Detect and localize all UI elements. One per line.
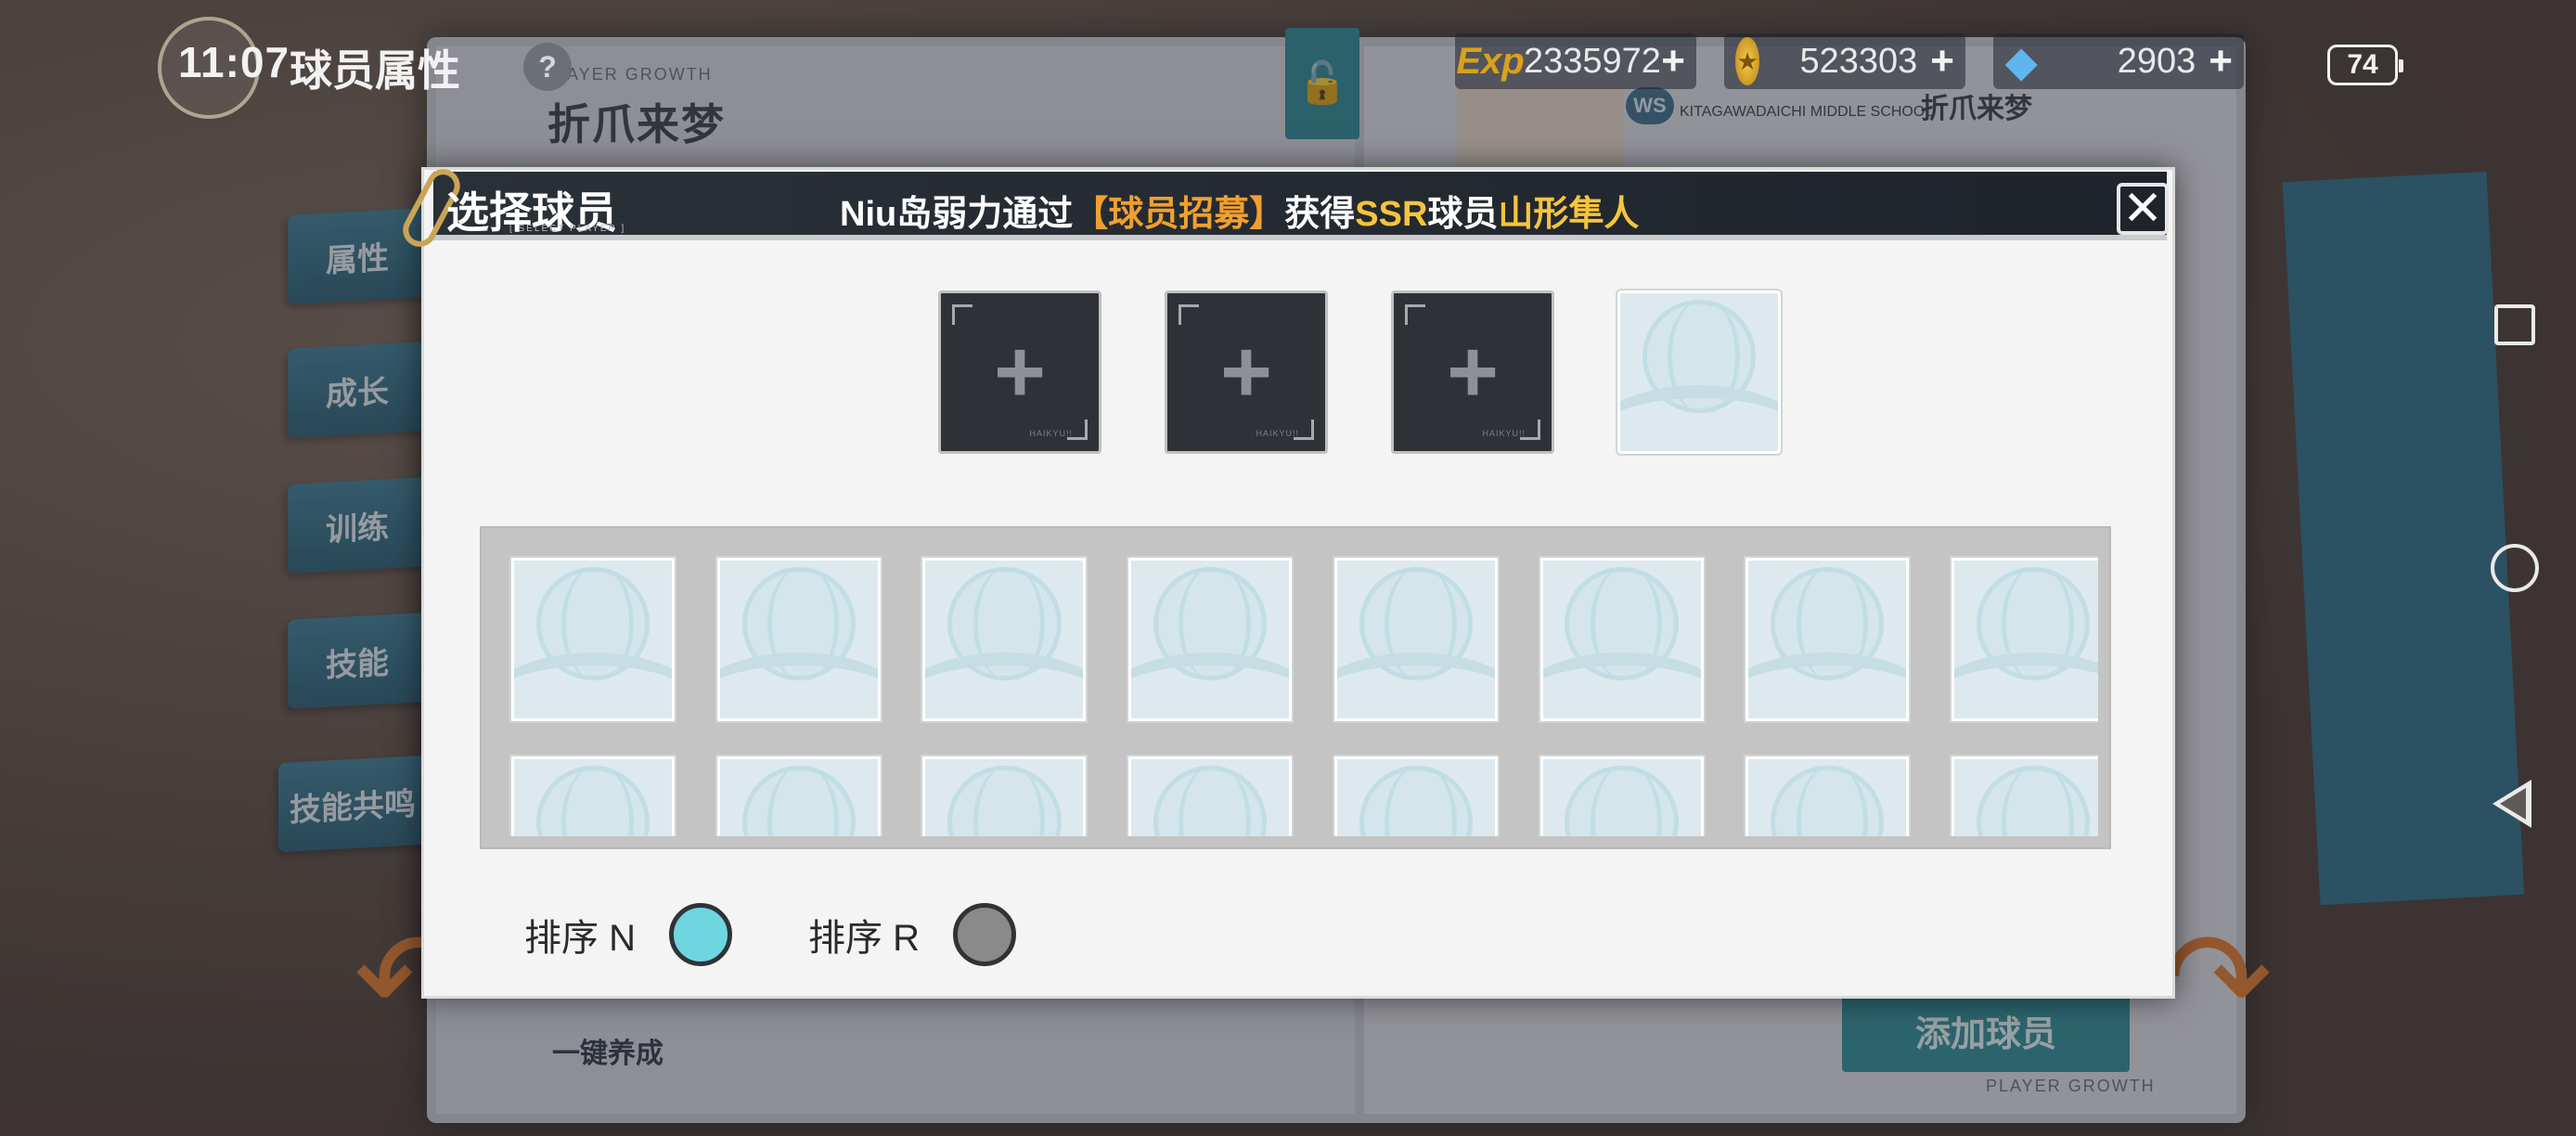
gem-currency: ◆ 2903 + [1993, 33, 2244, 89]
coin-value: 523303 [1799, 41, 1918, 81]
sort-r-label: 排序 R [808, 918, 920, 959]
recent-apps-icon[interactable] [2494, 304, 2535, 345]
gem-value: 2903 [2117, 41, 2196, 81]
volleyball-icon [1359, 765, 1474, 836]
player-card-slot[interactable] [1539, 558, 1704, 721]
player-card-slot[interactable] [511, 756, 675, 836]
player-card-slot[interactable] [1128, 558, 1293, 721]
ticker-recruit: 【球员招募】 [1073, 195, 1285, 234]
ticker-rarity: SSR [1355, 195, 1428, 234]
dialog-header: 选择球员 [ SELECT PLAYER ] Niu岛弱力通过【球员招募】获得S… [396, 162, 2169, 253]
help-icon[interactable]: ? [523, 43, 572, 91]
player-card-slot[interactable] [1539, 756, 1704, 836]
coin-add-button[interactable]: + [1930, 38, 1954, 84]
volleyball-icon [1976, 765, 2091, 836]
swoosh-decoration [1748, 652, 1907, 718]
ticker-player: 山形隼人 [1498, 195, 1640, 234]
player-card-slot[interactable] [1128, 756, 1293, 836]
selected-slot-1[interactable]: + HAIKYU!! [938, 290, 1101, 454]
player-card-slot[interactable] [1745, 558, 1910, 721]
exp-value: 2335972 [1524, 41, 1661, 81]
selected-slot-4[interactable] [1617, 290, 1781, 454]
player-card-slot[interactable] [922, 756, 1087, 836]
volleyball-icon [741, 765, 856, 836]
player-card-slot[interactable] [1951, 756, 2098, 836]
selected-slot-2[interactable]: + HAIKYU!! [1165, 290, 1328, 454]
ticker-suffix: 球员 [1427, 195, 1499, 234]
gem-add-button[interactable]: + [2209, 38, 2233, 84]
gem-icon: ◆ [2004, 37, 2038, 85]
player-card-slot[interactable] [1951, 558, 2098, 721]
selected-slot-3[interactable]: + HAIKYU!! [1391, 290, 1554, 454]
plus-icon: + [993, 322, 1047, 421]
plus-icon: + [1446, 322, 1500, 421]
sort-n-toggle[interactable] [669, 903, 732, 966]
exp-add-button[interactable]: + [1661, 38, 1685, 84]
sort-n-label: 排序 N [524, 918, 636, 959]
volleyball-icon [1565, 765, 1679, 836]
player-card-slot[interactable] [922, 558, 1087, 721]
plus-icon: + [1219, 322, 1273, 421]
volleyball-icon [947, 765, 1062, 836]
exp-icon: Exp [1456, 40, 1525, 82]
swoosh-decoration [1336, 652, 1495, 718]
swoosh-decoration [1131, 652, 1290, 718]
coin-icon: ★ [1735, 37, 1760, 85]
volleyball-icon [1153, 765, 1268, 836]
dialog-title-sub: [ SELECT PLAYER ] [509, 224, 626, 234]
ticker-middle: 获得 [1284, 195, 1356, 234]
player-grid-scroll[interactable] [495, 541, 2098, 836]
corner-mark [952, 304, 972, 325]
corner-mark [1294, 420, 1314, 440]
hud-page-title: 球员属性 [290, 46, 460, 95]
sort-r-control[interactable]: 排序 R [808, 903, 1016, 966]
corner-mark [1067, 420, 1088, 440]
coin-currency: ★ 523303 + [1724, 33, 1965, 89]
swoosh-decoration [1542, 652, 1701, 718]
battery-indicator: 74 [2327, 45, 2403, 85]
select-player-dialog: 选择球员 [ SELECT PLAYER ] Niu岛弱力通过【球员招募】获得S… [396, 162, 2175, 999]
announcement-ticker: Niu岛弱力通过【球员招募】获得SSR球员山形隼人 [840, 185, 1639, 236]
sort-n-control[interactable]: 排序 N [524, 903, 732, 966]
ticker-prefix: Niu岛弱力通过 [840, 195, 1074, 234]
swoosh-decoration [925, 652, 1084, 718]
status-time: 11:07 [178, 38, 290, 86]
player-card-slot[interactable] [1333, 558, 1498, 721]
swoosh-decoration [1620, 384, 1778, 451]
volleyball-icon [535, 765, 650, 836]
swoosh-decoration [719, 652, 878, 718]
corner-mark [1179, 304, 1199, 325]
corner-mark [1520, 420, 1540, 440]
close-button[interactable]: ✕ [2117, 183, 2169, 235]
player-card-slot[interactable] [511, 558, 675, 721]
player-grid[interactable] [480, 526, 2111, 849]
swoosh-decoration [514, 652, 672, 718]
sort-r-toggle[interactable] [953, 903, 1016, 966]
exp-currency: Exp 2335972 + [1455, 33, 1696, 89]
volleyball-icon [1771, 765, 1885, 836]
nav-back-icon[interactable] [2492, 780, 2531, 828]
player-card-slot[interactable] [716, 756, 881, 836]
player-card-slot[interactable] [1745, 756, 1910, 836]
player-card-slot[interactable] [716, 558, 881, 721]
corner-mark [1405, 304, 1425, 325]
player-card-slot[interactable] [1333, 756, 1498, 836]
swoosh-decoration [1954, 652, 2098, 718]
home-icon[interactable] [2491, 544, 2539, 592]
